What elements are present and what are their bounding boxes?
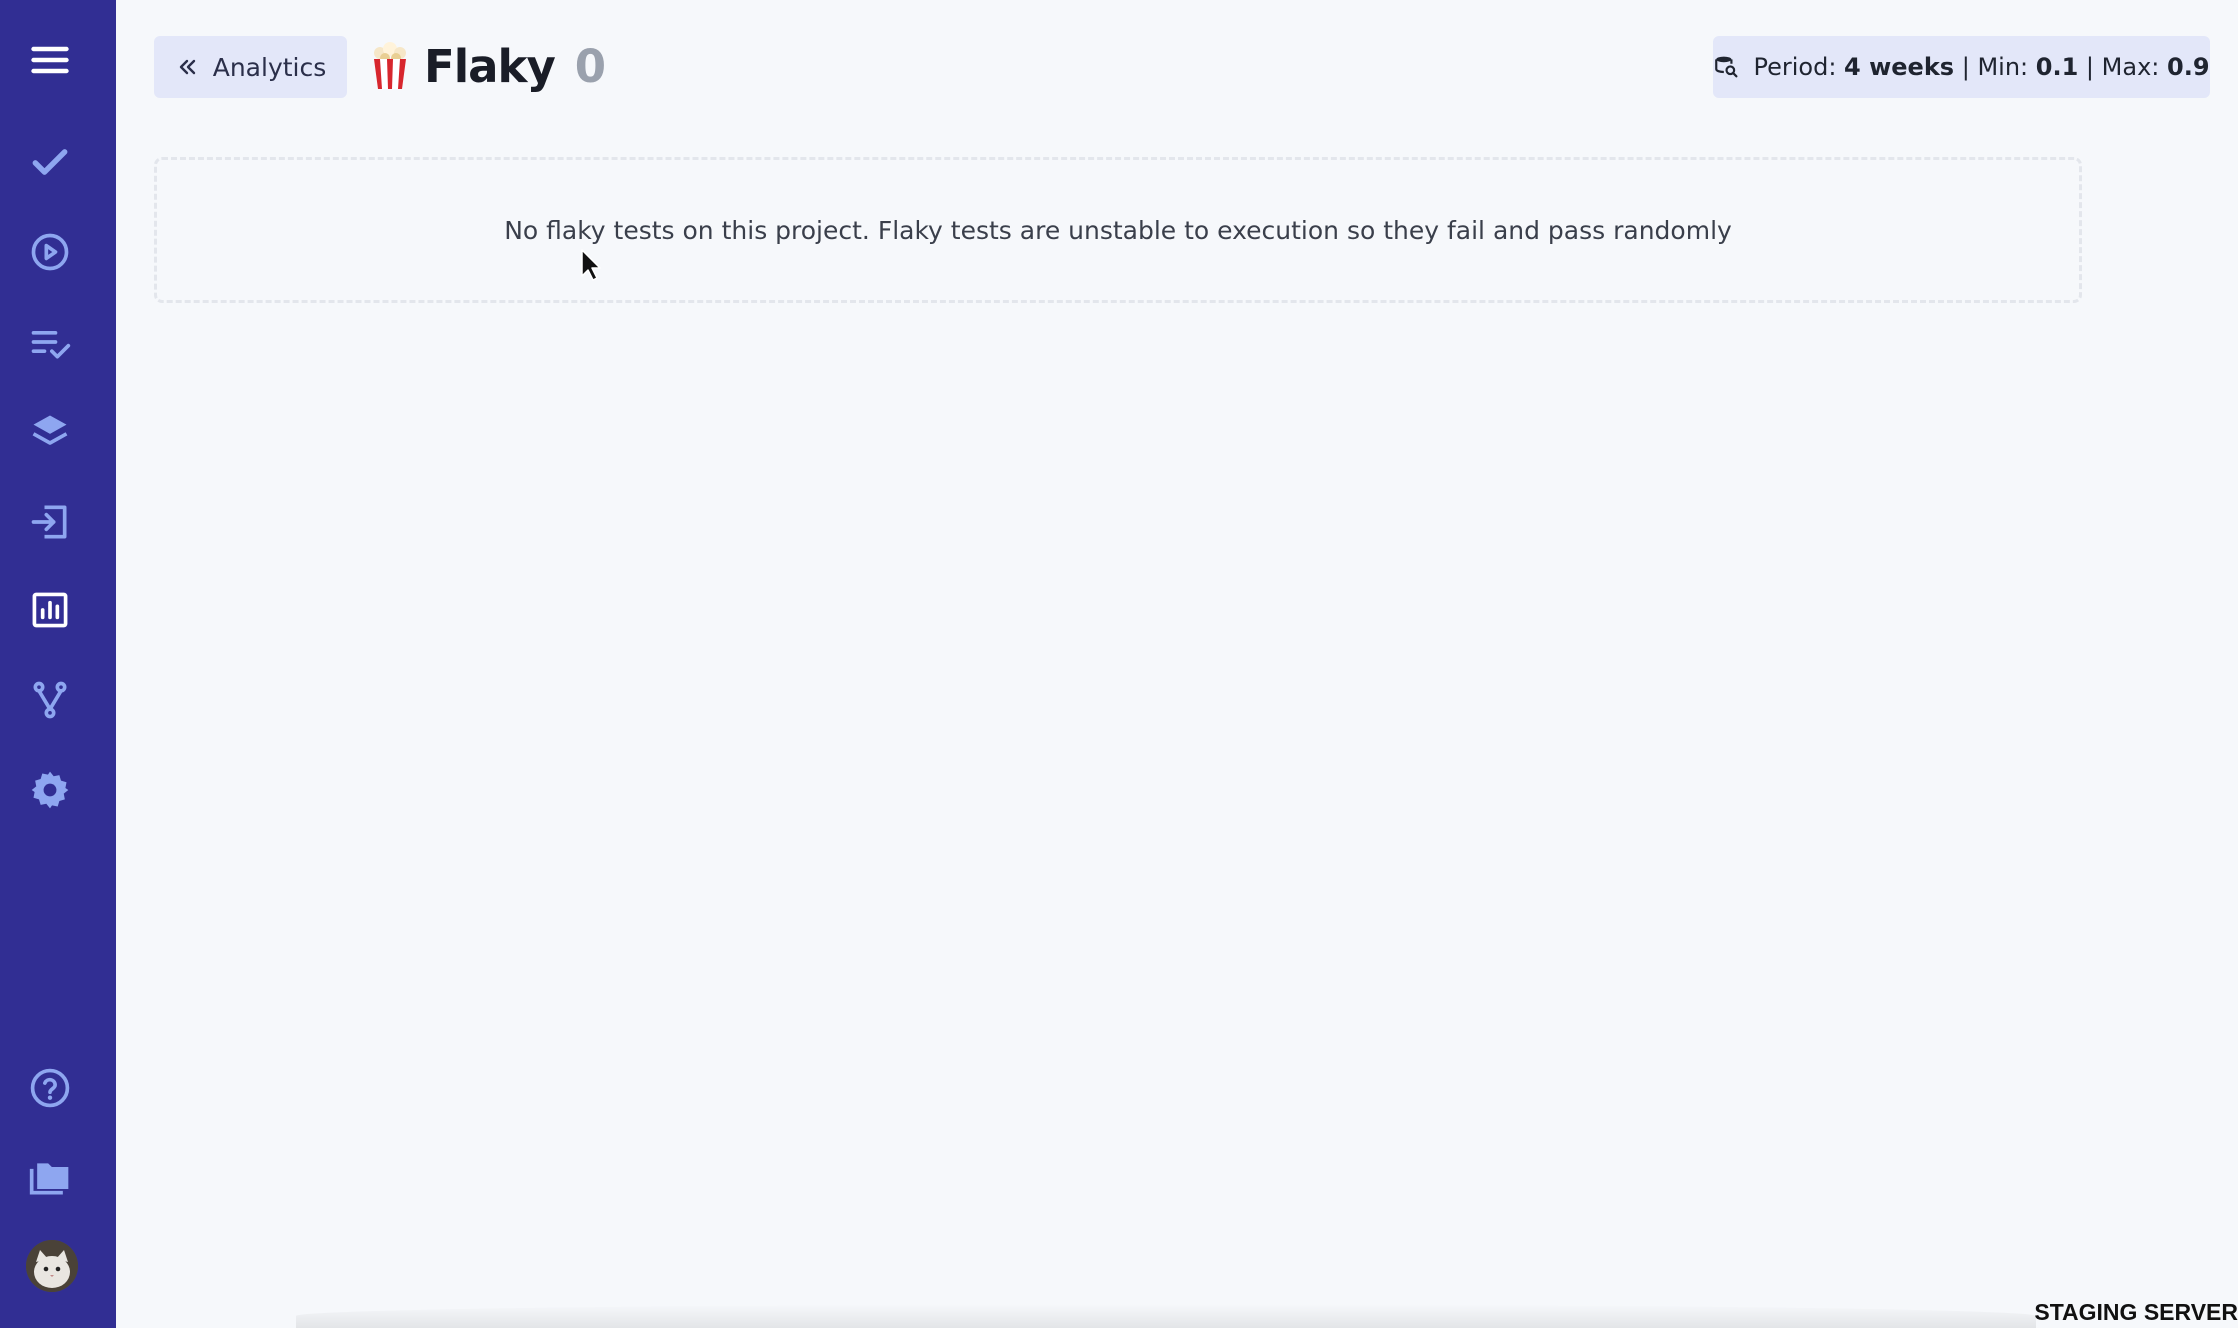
period-value: 4 weeks (1844, 53, 1955, 81)
empty-state-panel: No flaky tests on this project. Flaky te… (154, 157, 2082, 303)
play-circle-icon[interactable] (24, 226, 76, 278)
database-search-icon (1715, 56, 1738, 78)
empty-state-message: No flaky tests on this project. Flaky te… (504, 215, 1732, 245)
staging-server-badge: STAGING SERVER (2034, 1299, 2238, 1325)
page-title-text: Flaky (424, 39, 556, 93)
period-label: Period: (1753, 53, 1837, 81)
layers-icon[interactable] (24, 406, 76, 458)
double-chevron-left-icon (179, 59, 195, 75)
mouse-cursor-icon (581, 249, 601, 281)
bottom-shadow (296, 1304, 2036, 1328)
separator: | (2085, 53, 2095, 81)
page-title: Flaky 0 (370, 30, 606, 102)
sidebar (0, 0, 116, 1328)
checklist-icon[interactable] (24, 316, 76, 368)
menu-icon[interactable] (24, 34, 76, 86)
min-value: 0.1 (2035, 53, 2079, 81)
max-label: Max: (2101, 53, 2160, 81)
popcorn-icon (374, 42, 406, 89)
max-value: 0.9 (2167, 53, 2210, 81)
check-icon[interactable] (24, 136, 76, 188)
settings-icon[interactable] (24, 764, 76, 816)
period-summary: Period: 4 weeks | Min: 0.1 | Max: 0.9 (1753, 53, 2209, 81)
separator: | (1961, 53, 1970, 81)
import-icon[interactable] (24, 496, 76, 548)
back-to-analytics-button[interactable]: Analytics (154, 36, 347, 98)
back-button-label: Analytics (212, 52, 327, 82)
analytics-icon[interactable] (24, 584, 76, 636)
help-icon[interactable] (24, 1062, 76, 1114)
period-filter-button[interactable]: Period: 4 weeks | Min: 0.1 | Max: 0.9 (1713, 36, 2210, 98)
main-content: Analytics Flaky 0 Period: 4 weeks | Min: (116, 0, 2238, 1328)
avatar[interactable] (26, 1240, 78, 1292)
flaky-count: 0 (574, 39, 607, 93)
min-label: Min: (1977, 53, 2029, 81)
projects-icon[interactable] (24, 1152, 76, 1204)
branch-icon[interactable] (24, 674, 76, 726)
